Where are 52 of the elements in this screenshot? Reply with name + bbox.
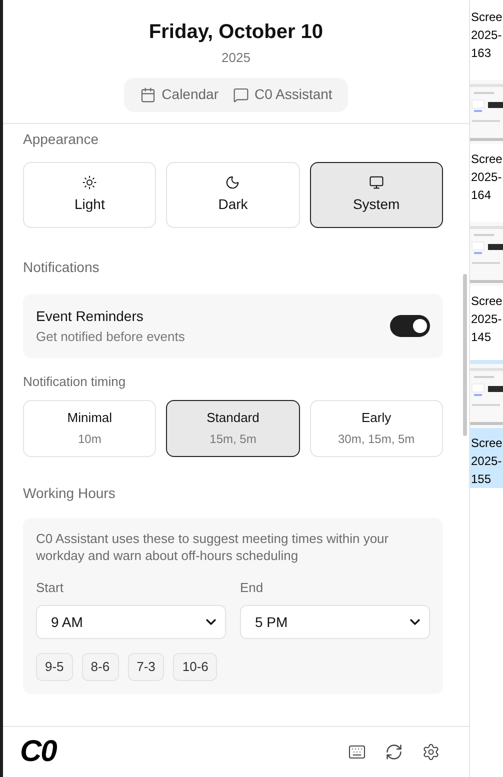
file-name: 164: [471, 187, 492, 204]
reminder-description: Get notified before events: [36, 328, 185, 346]
field-label: End: [240, 578, 264, 596]
time-dropdown[interactable]: 5 PM: [240, 605, 430, 639]
chat-icon: [232, 86, 248, 102]
calendar-icon: [140, 86, 156, 102]
file-tile[interactable]: Scree 2025- 155: [470, 360, 503, 488]
refresh-icon[interactable]: [385, 743, 403, 761]
file-name: 155: [471, 471, 492, 488]
time-dropdown[interactable]: 9 AM: [36, 605, 226, 639]
reminder-title: Event Reminders: [36, 306, 144, 326]
file-name: 2025-: [471, 27, 502, 44]
keyboard-icon[interactable]: [348, 743, 366, 761]
file-name: 2025-: [471, 453, 502, 470]
file-name: Scree: [471, 435, 502, 452]
theme-option[interactable]: Light: [23, 162, 156, 228]
field-label: Notification timing: [23, 373, 127, 391]
section-heading: Appearance: [23, 130, 100, 149]
section-heading: Working Hours: [23, 484, 116, 503]
tab[interactable]: Calendar: [138, 84, 220, 105]
field-label: Start: [36, 578, 64, 596]
preset-chip[interactable]: 8-6: [82, 653, 119, 681]
file-name: Scree: [471, 9, 502, 26]
monitor-icon: [368, 175, 384, 190]
working-hours-description: C0 Assistant uses these to suggest meeting times within your workday and warn about off-hours scheduling: [36, 530, 390, 564]
file-tile[interactable]: Scree 2025- 163: [470, 2, 503, 62]
settings-icon[interactable]: [422, 743, 440, 761]
date-title: Friday, October 10: [148, 20, 324, 44]
file-name: 163: [471, 45, 492, 62]
timing-option[interactable]: Early 30m, 15m, 5m: [310, 400, 443, 456]
timing-option[interactable]: Standard 15m, 5m: [166, 400, 300, 456]
preset-chip[interactable]: 9-5: [36, 653, 73, 681]
file-name: Scree: [471, 293, 502, 310]
tab[interactable]: C0 Assistant: [230, 84, 334, 105]
theme-option[interactable]: System: [310, 162, 443, 228]
preset-chip[interactable]: 10-6: [173, 653, 218, 681]
file-name: 2025-: [471, 169, 502, 186]
scrollbar-thumb[interactable]: [463, 274, 467, 436]
section-heading: Notifications: [23, 258, 100, 277]
file-tile[interactable]: Scree 2025- 164: [470, 76, 503, 204]
year-label: 2025: [222, 49, 250, 67]
preset-chip[interactable]: 7-3: [128, 653, 164, 681]
file-tile[interactable]: Scree 2025- 145: [470, 218, 503, 346]
file-name: Scree: [471, 151, 502, 168]
moon-icon: [225, 175, 240, 190]
file-name: 145: [471, 329, 492, 346]
timing-option[interactable]: Minimal 10m: [23, 400, 156, 456]
sun-icon: [82, 175, 98, 190]
theme-option[interactable]: Dark: [166, 162, 300, 228]
file-name: 2025-: [471, 311, 502, 328]
logo: C0: [20, 737, 56, 767]
toggle-switch[interactable]: [390, 315, 430, 337]
